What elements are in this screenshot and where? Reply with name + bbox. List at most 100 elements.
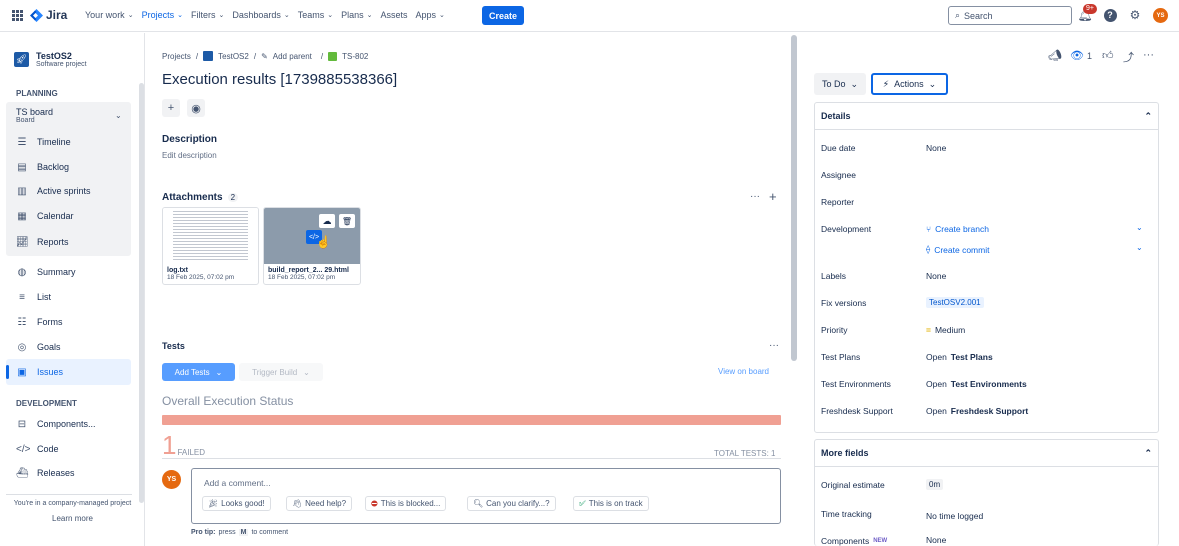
sidebar-item-active-sprints[interactable]: ▥ Active sprints — [16, 183, 90, 199]
nav-assets[interactable]: Assets — [381, 10, 408, 20]
sidebar-item-timeline[interactable]: ☰ Timeline — [16, 134, 71, 150]
quick-reply-blocked[interactable]: ⛔︎ This is blocked... — [365, 496, 447, 511]
more-fields-header[interactable]: More fields ⌃ — [815, 440, 1158, 467]
more-icon[interactable]: ··· — [769, 340, 779, 351]
list-icon: ≡ — [19, 291, 25, 303]
field-label: Labels — [821, 271, 847, 281]
add-attachment-icon[interactable]: + — [769, 189, 777, 204]
overall-status-heading: Overall Execution Status — [162, 394, 294, 408]
test-plans-link[interactable]: Open Test Plans — [926, 352, 993, 362]
labels-value[interactable]: None — [926, 271, 946, 281]
project-rocket-icon: 🚀︎ — [14, 52, 29, 67]
chevron-down-icon: ⌄ — [218, 12, 225, 19]
settings-gear-icon[interactable]: ⚙ — [1128, 8, 1142, 22]
thumbs-up-icon[interactable]: 👍︎ — [1102, 49, 1114, 62]
sidebar-item-components[interactable]: ⊟ Components... — [16, 416, 96, 432]
search-input[interactable]: ⌕ Search — [948, 6, 1072, 25]
chip-label: Can you clarify...? — [486, 499, 550, 508]
nav-dashboards[interactable]: Dashboards ⌄ — [232, 10, 289, 20]
sidebar-item-issues[interactable]: ▣ Issues — [16, 364, 63, 380]
sidebar-item-label: Backlog — [37, 162, 70, 172]
create-commit-link[interactable]: ⟠ Create commit — [926, 244, 989, 255]
sidebar-footer: You're in a company-managed project Lear… — [0, 500, 145, 523]
sidebar-item-reports[interactable]: 📈︎ Reports — [16, 234, 69, 250]
more-icon[interactable]: ··· — [1143, 49, 1154, 61]
delete-trash-icon[interactable]: 🗑︎ — [339, 214, 355, 228]
create-button[interactable]: Create — [482, 6, 524, 25]
watch-eye-icon[interactable]: 👁︎ 1 — [1070, 49, 1092, 62]
quick-reply-clarify[interactable]: 🔍︎ Can you clarify...? — [467, 496, 556, 511]
priority-value[interactable]: = Medium — [926, 325, 965, 335]
components-field-label: Components NEW — [821, 536, 887, 546]
user-avatar[interactable]: YS — [1153, 8, 1168, 23]
add-icon[interactable]: + — [162, 99, 180, 117]
quick-reply-looks-good[interactable]: 🎉︎ Looks good! — [202, 496, 271, 511]
download-cloud-icon[interactable]: ☁ — [319, 214, 335, 228]
active-indicator — [6, 365, 9, 379]
megaphone-icon[interactable]: 📣︎ — [1048, 49, 1062, 62]
chip-label: Looks good! — [221, 499, 265, 508]
app-switcher-icon[interactable] — [12, 10, 23, 21]
link-label: Test Environments — [950, 379, 1027, 389]
components-value[interactable]: None — [926, 535, 946, 545]
trigger-build-button[interactable]: Trigger Build ⌄ — [239, 363, 323, 381]
watch-count: 1 — [1086, 50, 1092, 61]
sidebar-item-forms[interactable]: ☷ Forms — [16, 314, 63, 330]
main-scrollbar[interactable] — [791, 35, 797, 361]
nav-your-work[interactable]: Your work ⌄ — [85, 10, 134, 20]
attachment-card[interactable]: log.txt 18 Feb 2025, 07:02 pm — [162, 207, 259, 285]
sidebar-item-backlog[interactable]: ▤ Backlog — [16, 159, 69, 175]
nav-filters[interactable]: Filters ⌄ — [191, 10, 224, 20]
help-icon[interactable]: ? — [1103, 8, 1117, 22]
attachment-card[interactable]: </> ☁ 🗑︎ ☝ build_report_2... 29.html 18 … — [263, 207, 361, 285]
actions-button[interactable]: ⚡︎ Actions ⌄ — [871, 73, 948, 95]
learn-more-link[interactable]: Learn more — [0, 514, 145, 523]
quick-reply-need-help[interactable]: 👋︎ Need help? — [286, 496, 353, 511]
fix-version-value[interactable]: TestOSV2.001 — [926, 297, 984, 308]
time-tracking-value[interactable]: No time logged — [926, 511, 983, 521]
sidebar-item-releases[interactable]: ⛴ Releases — [16, 465, 75, 481]
chevron-down-icon[interactable]: ⌄ — [1136, 243, 1143, 252]
add-tests-button[interactable]: Add Tests ⌄ — [162, 363, 235, 381]
create-branch-link[interactable]: ⑂ Create branch — [926, 224, 989, 234]
open-label: Open — [926, 379, 947, 389]
nav-teams[interactable]: Teams ⌄ — [298, 10, 333, 20]
branch-icon: ⑂ — [926, 224, 932, 234]
test-environments-link[interactable]: Open Test Environments — [926, 379, 1027, 389]
sidebar-item-code[interactable]: </> Code — [16, 441, 59, 457]
more-icon[interactable]: ··· — [750, 191, 760, 202]
nav-plans[interactable]: Plans ⌄ — [341, 10, 372, 20]
sidebar-item-list[interactable]: ≡ List — [16, 289, 51, 305]
status-dropdown[interactable]: To Do ⌄ — [814, 73, 866, 95]
sidebar-item-calendar[interactable]: ▦ Calendar — [16, 208, 73, 224]
share-icon[interactable]: ⤴ — [1123, 49, 1134, 65]
view-on-board-link[interactable]: View on board — [718, 367, 769, 376]
original-estimate-value[interactable]: 0m — [926, 479, 944, 490]
apps-icon[interactable]: ◉ — [187, 99, 205, 117]
board-selector[interactable]: TS board Board — [16, 107, 53, 124]
chevron-down-icon[interactable]: ⌄ — [1136, 223, 1143, 232]
project-header[interactable]: 🚀︎ TestOS2 Software project — [14, 51, 87, 68]
breadcrumb-issue-key[interactable]: TS-802 — [342, 52, 368, 61]
button-label: Trigger Build — [252, 367, 298, 377]
sidebar-scrollbar[interactable] — [139, 83, 144, 503]
description-editor[interactable]: Edit description — [162, 151, 217, 160]
status-label: To Do — [821, 79, 846, 89]
details-header[interactable]: Details ⌃ — [815, 103, 1158, 130]
breadcrumb-project[interactable]: TestOS2 — [218, 52, 249, 61]
sidebar-item-summary[interactable]: ◍ Summary — [16, 264, 76, 280]
breadcrumb-add-parent[interactable]: Add parent — [273, 52, 312, 61]
text-preview — [173, 211, 248, 261]
board-sub: Board — [16, 117, 35, 124]
sidebar-item-goals[interactable]: ◎ Goals — [16, 339, 61, 355]
nav-projects[interactable]: Projects ⌄ — [142, 10, 183, 20]
field-label: Priority — [821, 325, 848, 335]
jira-logo[interactable]: Jira — [30, 8, 67, 22]
freshdesk-link[interactable]: Open Freshdesk Support — [926, 406, 1028, 416]
breadcrumb-projects[interactable]: Projects — [162, 52, 191, 61]
quick-reply-on-track[interactable]: ✅︎ This is on track — [573, 496, 649, 511]
issue-title[interactable]: Execution results [1739885538366] — [162, 71, 397, 88]
chevron-down-icon[interactable]: ⌄ — [115, 111, 122, 120]
nav-apps[interactable]: Apps ⌄ — [416, 10, 445, 20]
due-date-value[interactable]: None — [926, 143, 946, 153]
